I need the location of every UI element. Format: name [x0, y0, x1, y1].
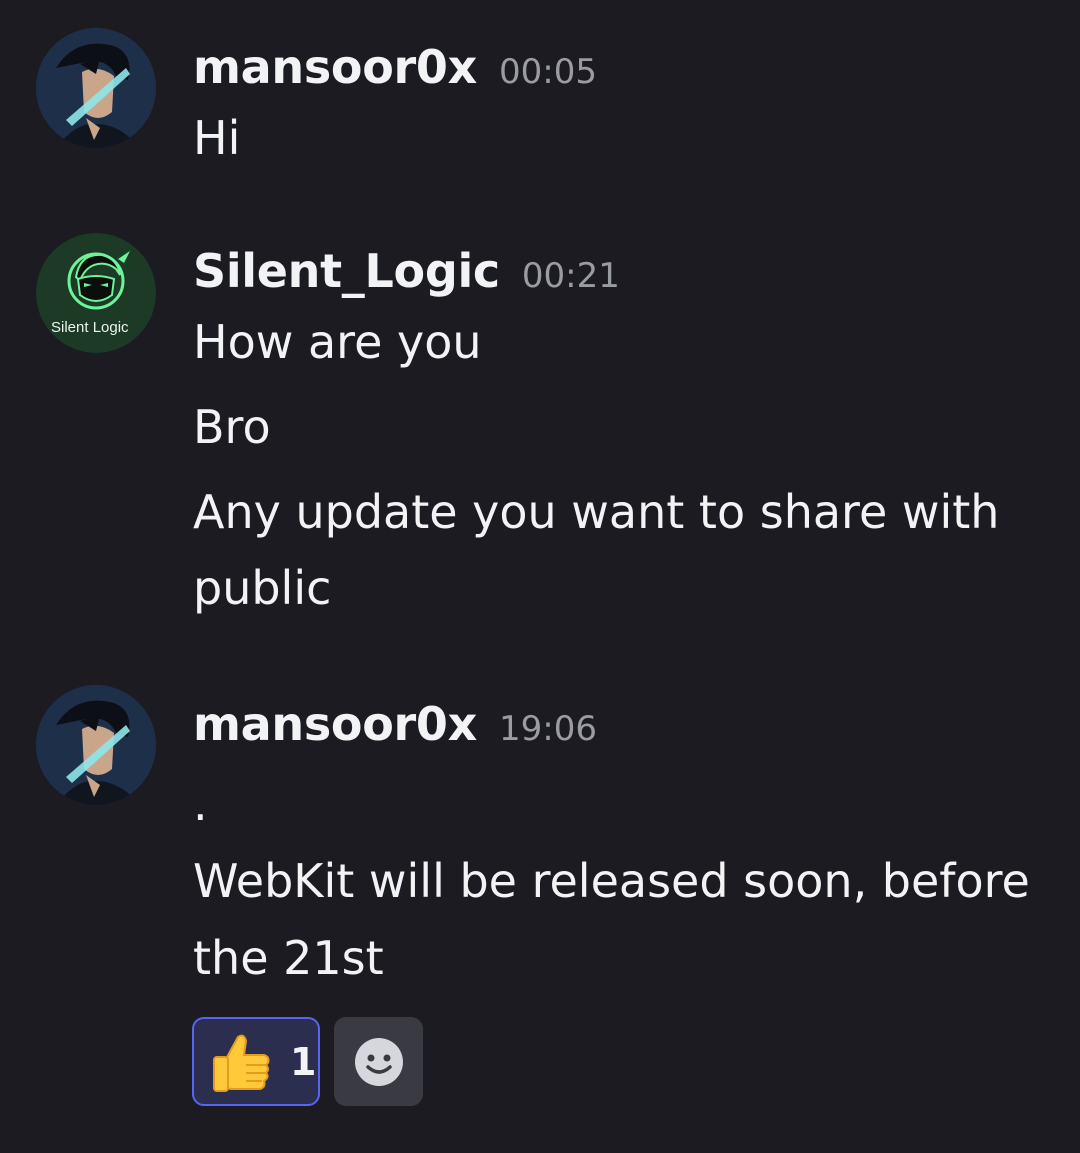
- avatar-logo-text: Silent Logic: [51, 319, 129, 336]
- message-text: .: [193, 777, 208, 831]
- add-reaction-button[interactable]: [334, 1017, 423, 1106]
- username[interactable]: Silent_Logic: [193, 244, 500, 298]
- user-avatar[interactable]: Silent Logic: [36, 233, 156, 353]
- message-text: Bro: [193, 400, 271, 454]
- username[interactable]: mansoor0x: [193, 697, 477, 751]
- avatar-illustration-icon: [36, 685, 156, 805]
- message-text: public: [193, 561, 332, 615]
- avatar-illustration-icon: [36, 28, 156, 148]
- timestamp[interactable]: 19:06: [499, 709, 597, 749]
- username[interactable]: mansoor0x: [193, 40, 477, 94]
- message-text: Any update you want to share with: [193, 485, 1000, 539]
- message-text: WebKit will be released soon, before: [193, 854, 1030, 908]
- message-text: the 21st: [193, 931, 384, 985]
- thumbs-up-icon: [213, 1034, 270, 1092]
- silent-logic-logo-icon: Silent Logic: [36, 233, 156, 353]
- message-text: Hi: [193, 111, 241, 165]
- reactions-bar: 1: [192, 1017, 423, 1106]
- timestamp[interactable]: 00:05: [499, 52, 597, 92]
- message-header: Silent_Logic 00:21: [193, 244, 620, 298]
- message-header: mansoor0x 00:05: [193, 40, 597, 94]
- message-header: mansoor0x 19:06: [193, 697, 597, 751]
- message-text: How are you: [193, 315, 482, 369]
- reaction-thumbs-up[interactable]: 1: [192, 1017, 320, 1106]
- user-avatar[interactable]: [36, 28, 156, 148]
- reaction-count: 1: [290, 1039, 317, 1084]
- user-avatar[interactable]: [36, 685, 156, 805]
- chat-log: mansoor0x 00:05 Hi Silent Logic Silent_Lo…: [0, 0, 1080, 1153]
- smiley-add-reaction-icon: [354, 1037, 403, 1086]
- timestamp[interactable]: 00:21: [522, 256, 620, 296]
